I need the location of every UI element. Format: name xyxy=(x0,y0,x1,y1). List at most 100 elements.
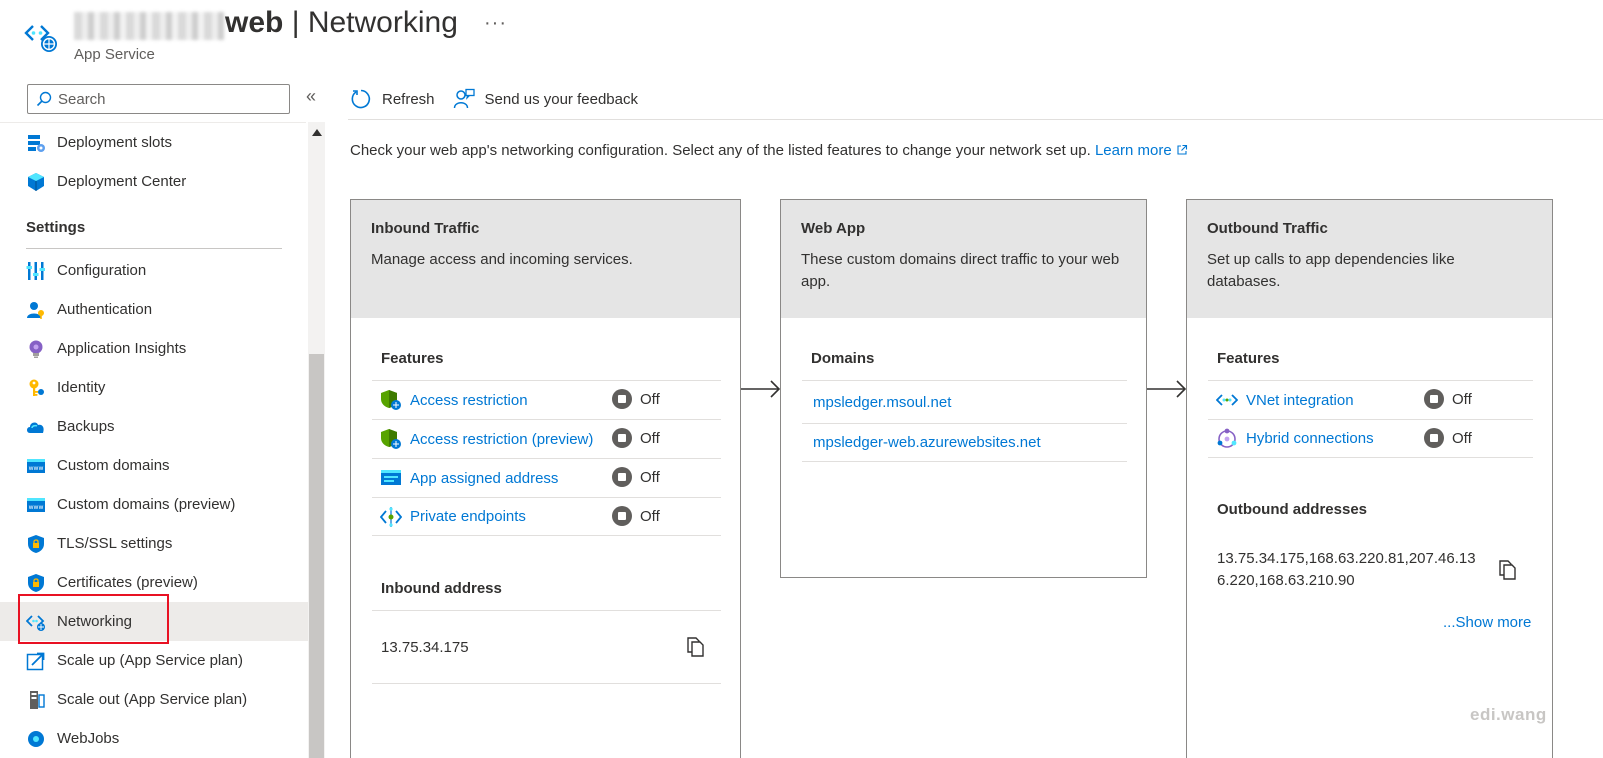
watermark: edi.wang xyxy=(1470,705,1547,724)
sidebar-item-label: Scale up (App Service plan) xyxy=(57,652,243,669)
sidebar-item-scale-up[interactable]: Scale up (App Service plan) xyxy=(0,641,312,680)
hybrid-connections-link[interactable]: Hybrid connections xyxy=(1246,430,1374,447)
inbound-address-value: 13.75.34.175 xyxy=(381,638,469,656)
domain-link[interactable]: mpsledger.msoul.net xyxy=(813,394,951,411)
sidebar-item-label: Authentication xyxy=(57,301,153,318)
arrow-right-icon xyxy=(741,380,781,398)
sidebar-item-label: Backups xyxy=(57,418,115,435)
section-divider xyxy=(26,248,282,249)
access-restriction-link[interactable]: Access restriction xyxy=(410,392,528,409)
search-box[interactable] xyxy=(27,84,290,114)
send-feedback-button[interactable]: Send us your feedback xyxy=(453,88,638,110)
sidebar-item-label: Deployment Center xyxy=(57,173,187,190)
private-endpoints-status: Off xyxy=(612,506,660,526)
sidebar-item-scale-out[interactable]: Scale out (App Service plan) xyxy=(0,680,312,719)
hybrid-connection-icon xyxy=(1216,428,1238,450)
feature-row-access-restriction: Access restriction xyxy=(372,380,721,419)
svg-text:www: www xyxy=(29,465,44,472)
key-icon xyxy=(26,378,46,398)
card-title: Inbound Traffic xyxy=(371,220,480,237)
more-options-button[interactable]: ··· xyxy=(484,12,507,35)
card-header: Web App These custom domains direct traf… xyxy=(781,200,1146,318)
svg-text:www: www xyxy=(29,504,44,511)
card-description: Set up calls to app dependencies like da… xyxy=(1207,251,1455,290)
search-input[interactable] xyxy=(58,90,278,108)
private-endpoints-link[interactable]: Private endpoints xyxy=(410,508,526,525)
www-icon: www xyxy=(26,456,46,476)
redacted-app-name xyxy=(74,12,224,40)
domain-link[interactable]: mpsledger-web.azurewebsites.net xyxy=(813,434,1041,451)
card-title: Web App xyxy=(801,220,866,237)
page-header: web | Networking App Service ··· xyxy=(0,0,1603,72)
sidebar-item-backups[interactable]: Backups xyxy=(0,407,312,446)
sidebar-item-identity[interactable]: Identity xyxy=(0,368,312,407)
sidebar-item-configuration[interactable]: Configuration xyxy=(0,251,312,290)
networking-description: Check your web app's networking configur… xyxy=(350,142,1188,159)
sidebar-item-label: Identity xyxy=(57,379,106,396)
refresh-button[interactable]: Refresh xyxy=(350,88,435,110)
www-icon: www xyxy=(26,495,46,515)
sidebar-item-webjobs[interactable]: WebJobs xyxy=(0,719,312,758)
webjobs-icon xyxy=(26,729,46,749)
sidebar-item-label: Custom domains (preview) xyxy=(57,496,236,513)
off-status-icon xyxy=(612,389,632,409)
app-service-icon xyxy=(24,25,57,52)
authentication-icon xyxy=(26,300,46,320)
sidebar-item-custom-domains[interactable]: www Custom domains xyxy=(0,446,312,485)
sidebar-item-label: Certificates (preview) xyxy=(57,574,198,591)
scroll-up-arrow-icon[interactable] xyxy=(312,129,322,136)
inbound-address-row: 13.75.34.175 xyxy=(372,610,721,684)
shield-lock-icon xyxy=(26,534,46,554)
vnet-integration-link[interactable]: VNet integration xyxy=(1246,392,1354,409)
toolbar-divider xyxy=(348,119,1603,120)
cloud-backup-icon xyxy=(26,417,46,437)
scale-out-icon xyxy=(26,690,46,710)
card-header: Outbound Traffic Set up calls to app dep… xyxy=(1187,200,1552,318)
outbound-addresses-label: Outbound addresses xyxy=(1217,501,1368,518)
private-endpoint-icon xyxy=(380,506,402,528)
command-bar: Refresh Send us your feedback xyxy=(350,80,656,118)
feedback-icon xyxy=(453,88,475,109)
resource-menu: « Deployment slots Deployment Center Set… xyxy=(0,72,327,758)
learn-more-link[interactable]: Learn more xyxy=(1095,142,1188,159)
search-icon xyxy=(36,91,52,107)
sidebar-item-custom-domains-preview[interactable]: www Custom domains (preview) xyxy=(0,485,312,524)
configuration-icon xyxy=(26,261,46,281)
sidebar-item-label: Custom domains xyxy=(57,457,170,474)
sidebar-item-authentication[interactable]: Authentication xyxy=(0,290,312,329)
sidebar-item-label: TLS/SSL settings xyxy=(57,535,173,552)
sidebar-item-deployment-slots[interactable]: Deployment slots xyxy=(0,123,312,162)
show-more-link[interactable]: ...Show more xyxy=(1443,614,1531,631)
sidebar-item-tls-ssl-settings[interactable]: TLS/SSL settings xyxy=(0,524,312,563)
sidebar-item-label: WebJobs xyxy=(57,730,120,747)
collapse-menu-button[interactable]: « xyxy=(306,86,316,107)
off-status-icon xyxy=(612,506,632,526)
hybrid-connections-status: Off xyxy=(1424,428,1472,448)
off-status-icon xyxy=(1424,428,1444,448)
vnet-icon xyxy=(1216,389,1238,411)
copy-inbound-address-icon[interactable] xyxy=(684,635,706,657)
scrollbar-thumb[interactable] xyxy=(309,354,324,758)
sidebar-item-application-insights[interactable]: Application Insights xyxy=(0,329,312,368)
domains-label: Domains xyxy=(811,350,875,367)
copy-outbound-addresses-icon[interactable] xyxy=(1496,558,1518,580)
outbound-traffic-card: Outbound Traffic Set up calls to app dep… xyxy=(1186,199,1553,758)
shield-network-icon xyxy=(380,428,402,450)
sidebar-item-deployment-center[interactable]: Deployment Center xyxy=(0,162,312,201)
off-status-icon xyxy=(1424,389,1444,409)
access-restriction-preview-status: Off xyxy=(612,428,660,448)
shield-lock-icon xyxy=(26,573,46,593)
app-address-icon xyxy=(380,467,402,489)
page-title: web | Networking xyxy=(225,6,458,39)
card-title: Outbound Traffic xyxy=(1207,220,1328,237)
lightbulb-icon xyxy=(26,339,46,359)
section-settings: Settings xyxy=(26,219,86,236)
app-assigned-address-link[interactable]: App assigned address xyxy=(410,470,558,487)
sidebar-item-label: Scale out (App Service plan) xyxy=(57,691,248,708)
card-description: These custom domains direct traffic to y… xyxy=(801,251,1120,290)
access-restriction-preview-link[interactable]: Access restriction (preview) xyxy=(410,431,593,448)
card-description: Manage access and incoming services. xyxy=(371,251,633,268)
card-header: Inbound Traffic Manage access and incomi… xyxy=(351,200,740,318)
sidebar-item-label: Deployment slots xyxy=(57,134,173,151)
outbound-features-label: Features xyxy=(1217,350,1280,367)
